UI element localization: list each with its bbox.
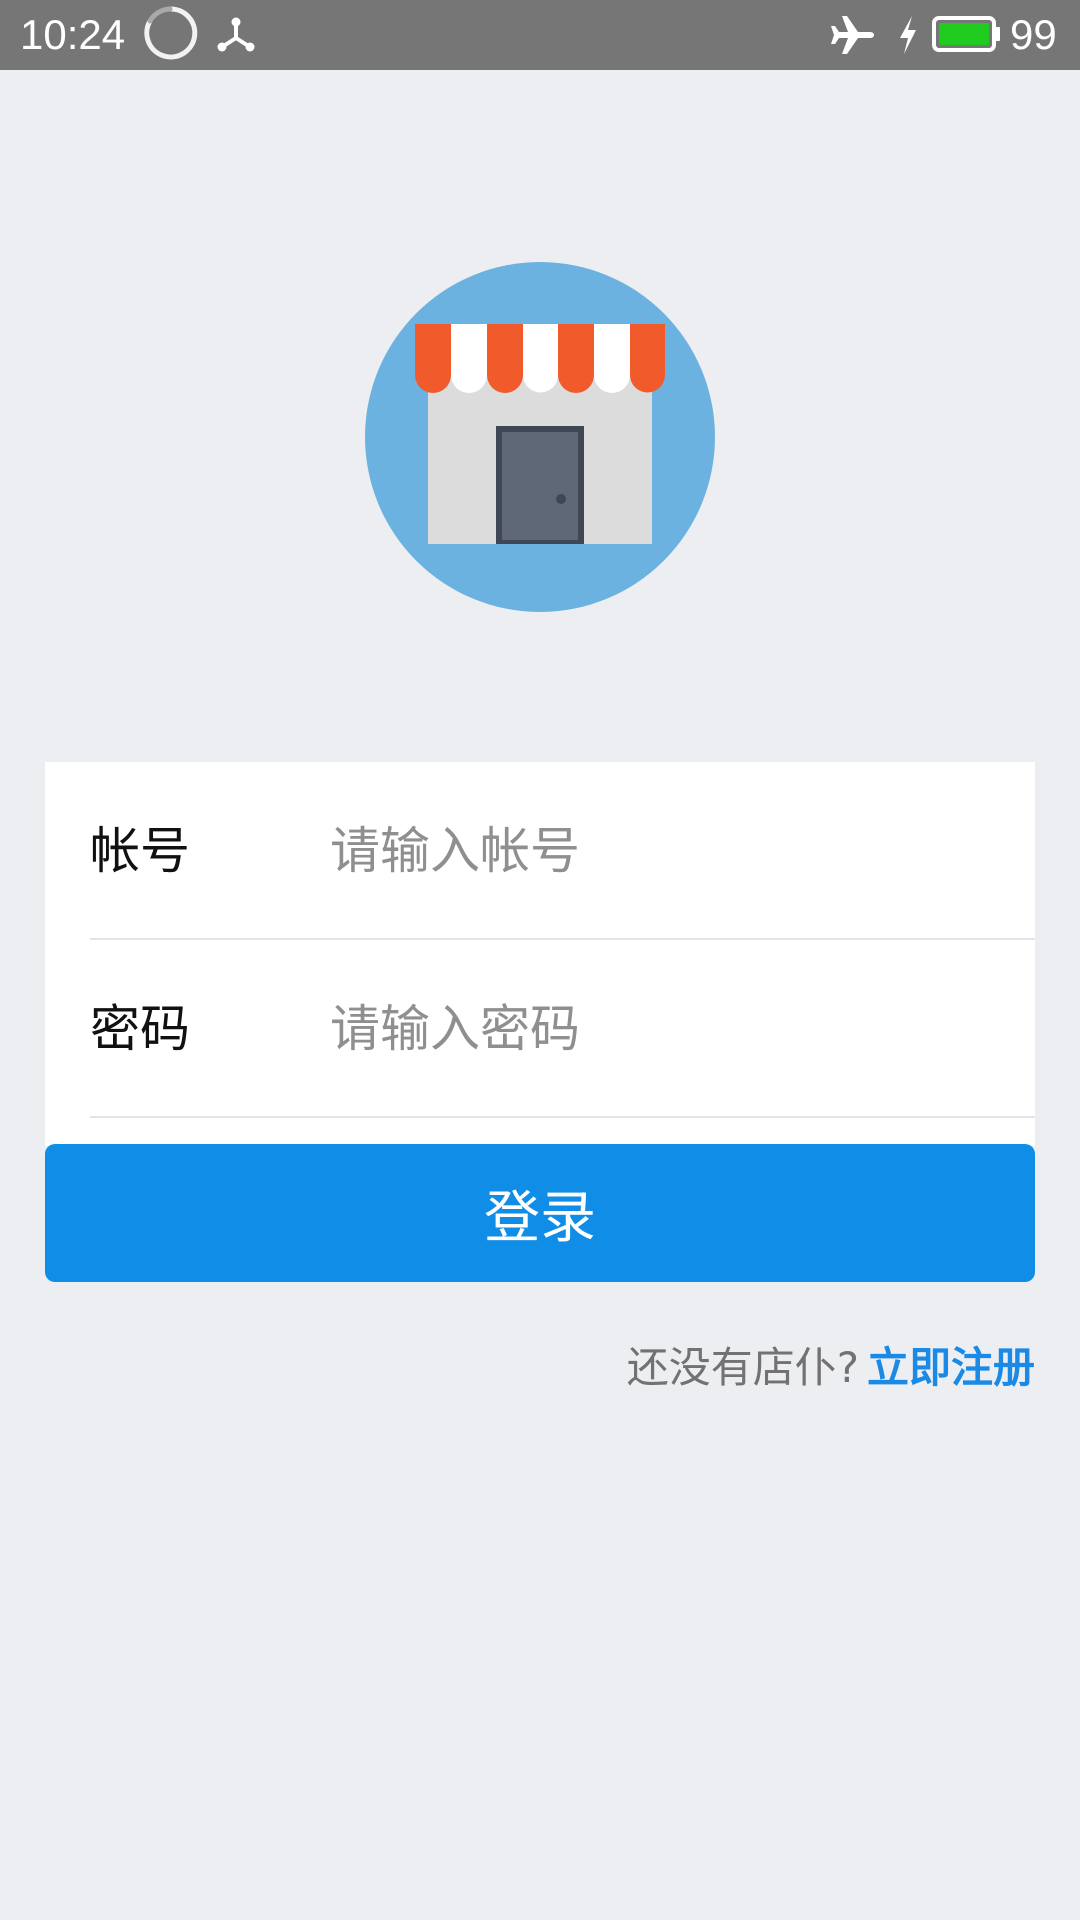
password-input[interactable]: [330, 984, 1010, 1074]
account-input[interactable]: [330, 806, 1010, 896]
login-button[interactable]: 登录: [45, 1144, 1035, 1282]
login-form: 帐号 密码: [45, 762, 1035, 1146]
register-prompt-text: 还没有店仆?: [626, 1343, 859, 1392]
airplane-icon: [831, 16, 874, 54]
password-label: 密码: [90, 1000, 190, 1058]
battery-level: 99: [1010, 11, 1057, 58]
account-row: 帐号: [45, 762, 1035, 940]
account-label: 帐号: [90, 822, 190, 880]
loading-spinner-icon: [144, 6, 198, 60]
status-bar: 10:24 99: [0, 0, 1080, 70]
password-row: 密码: [45, 940, 1035, 1118]
usb-icon: [217, 17, 255, 52]
register-prompt-line: 还没有店仆? 立即注册: [627, 1336, 1035, 1400]
storefront-icon: [365, 262, 715, 612]
status-time: 10:24: [20, 11, 126, 58]
register-link[interactable]: 立即注册: [867, 1343, 1035, 1392]
divider: [90, 1116, 1035, 1118]
charging-icon: [900, 16, 916, 54]
battery-icon: [932, 16, 1000, 52]
